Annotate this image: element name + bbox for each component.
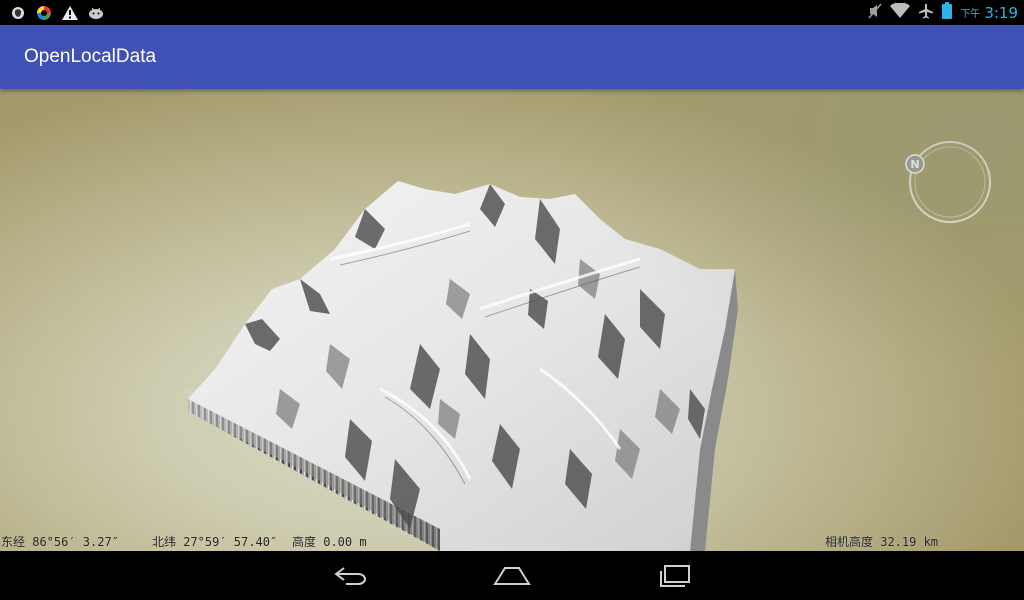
status-time: 3:19 [984,3,1018,22]
status-right-icons: 下午 3:19 [868,0,1018,25]
status-bar: 下午 3:19 [0,0,1024,25]
battery-icon [942,2,953,23]
recents-button[interactable] [645,559,705,593]
camera-altitude-readout: 相机高度 32.19 km [825,535,939,549]
airplane-icon [918,3,934,23]
latitude-readout: 北纬 27°59′ 57.40″ [152,535,278,549]
back-icon [334,567,367,585]
app-title: OpenLocalData [24,46,157,67]
terrain-block[interactable] [0,89,1024,551]
home-button[interactable] [482,559,542,593]
status-left-icons [0,5,104,21]
shield-icon [10,5,26,21]
app-color-icon [36,5,52,21]
navigation-bar [0,551,1024,600]
recents-icon [660,565,690,587]
warning-icon [62,5,78,21]
back-button[interactable] [320,559,380,593]
altitude-readout: 高度 0.00 m [292,535,367,549]
coordinate-readout: 东经 86°56′ 3.27″ 北纬 27°59′ 57.40″ 高度 0.00… [0,535,1024,551]
home-icon [493,567,531,585]
app-bar: OpenLocalData [0,25,1024,89]
compass-icon[interactable]: N [904,136,996,228]
wifi-icon [890,2,911,22]
longitude-readout: 东经 86°56′ 3.27″ [1,535,119,549]
map-scene[interactable]: N 东经 86°56′ 3.27″ 北纬 27°59′ 57.40″ 高度 0.… [0,89,1024,551]
mute-icon [868,3,882,23]
status-ampm: 下午 [960,9,981,20]
android-icon [88,5,104,21]
compass-n-label: N [910,158,919,171]
